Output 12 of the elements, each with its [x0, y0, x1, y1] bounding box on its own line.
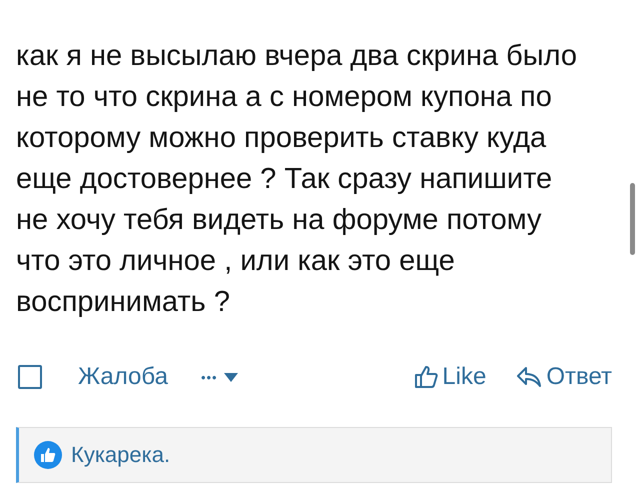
thumbs-up-icon	[414, 365, 438, 389]
scrollbar[interactable]	[630, 183, 635, 255]
more-menu-button[interactable]: •••	[200, 370, 238, 384]
reply-button[interactable]: Ответ	[516, 363, 612, 391]
post-text: как я не высылаю вчера два скрина было не то что скрина а с номером купона по которому можно проверить ставку куда еще достовернее ? Так сразу напишите не хочу тебя видеть на форуме потому что это личное , или как это еще воспринимать ?	[15, 39, 578, 320]
reaction-text[interactable]: Кукарека.	[71, 442, 170, 468]
caret-icon	[224, 372, 238, 382]
thumbs-up-icon	[34, 441, 62, 469]
like-button[interactable]: Like	[414, 363, 486, 391]
report-link[interactable]: Жалоба	[78, 363, 168, 391]
reply-arrow-icon	[516, 366, 542, 388]
select-checkbox[interactable]	[18, 365, 42, 389]
